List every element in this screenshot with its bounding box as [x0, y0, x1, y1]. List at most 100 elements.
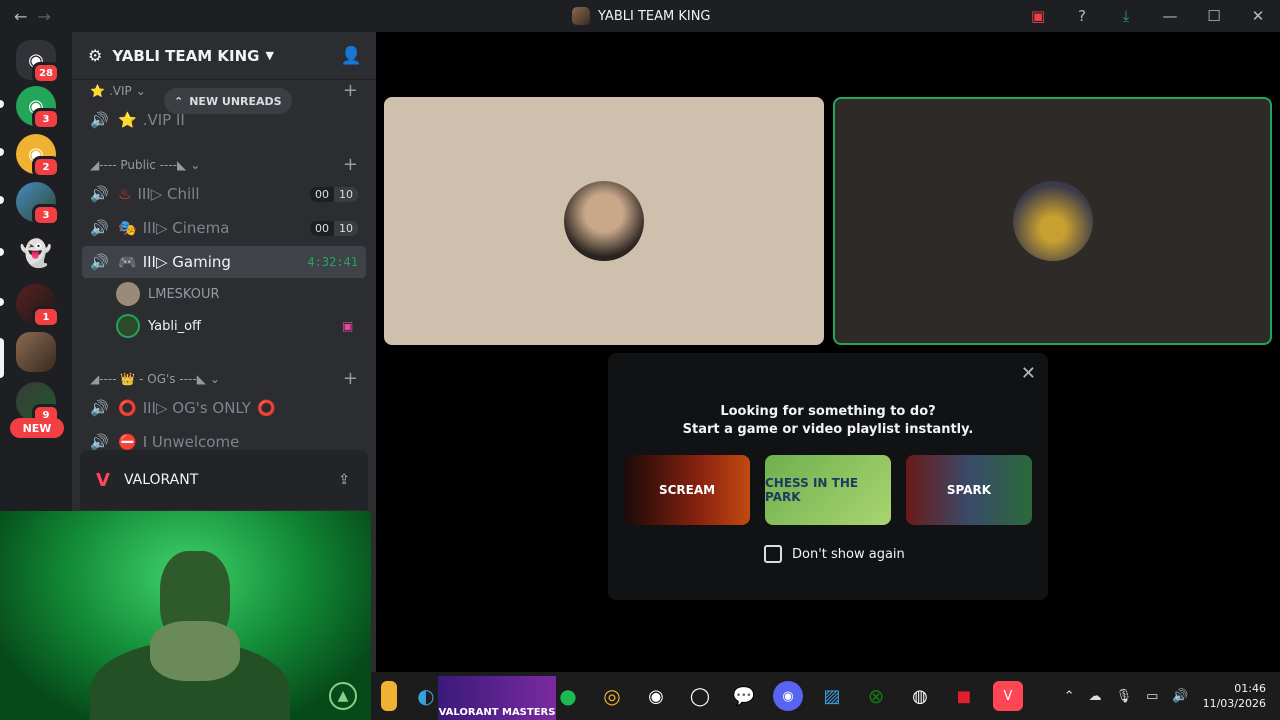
back-icon[interactable]: ←: [14, 7, 27, 26]
valorant-taskbar-icon[interactable]: V: [993, 681, 1023, 711]
file-explorer-icon[interactable]: [381, 681, 397, 711]
circle-icon: ⭕: [256, 399, 276, 417]
maximize-button[interactable]: ☐: [1192, 7, 1236, 25]
obs-icon[interactable]: ◉: [641, 681, 671, 711]
server-header[interactable]: ⚙ YABLI TEAM KING ▼ 👤: [72, 32, 376, 80]
server-icon-3[interactable]: 3: [16, 182, 60, 226]
channel-label: III▷ OG's ONLY: [142, 399, 251, 417]
inbox-icon[interactable]: ▣: [1016, 7, 1060, 25]
voice-user-yabli[interactable]: Yabli_off ▣: [116, 312, 353, 340]
invite-user-icon[interactable]: 👤: [341, 46, 362, 66]
activity-card-spark[interactable]: SPARK: [906, 455, 1032, 525]
channel-label: III▷ Chill: [137, 185, 200, 203]
server-icon-5[interactable]: 1: [16, 284, 60, 328]
server-badge: 1: [32, 306, 60, 328]
xbox-icon[interactable]: ⊗: [861, 681, 891, 711]
volume-icon[interactable]: 🔊: [1172, 689, 1188, 704]
clock[interactable]: 01:46 11/03/2026: [1203, 681, 1266, 711]
video-tile-user-2[interactable]: [833, 97, 1272, 345]
steam-icon[interactable]: ◍: [905, 681, 935, 711]
video-tile-user-1[interactable]: [384, 97, 824, 345]
server-icon-4[interactable]: 👻: [16, 234, 56, 274]
add-channel-icon[interactable]: +: [343, 370, 358, 388]
download-icon[interactable]: ⤓: [1104, 7, 1148, 25]
window-title: YABLI TEAM KING: [572, 7, 711, 25]
messenger-icon[interactable]: 💬: [729, 681, 759, 711]
voice-user-lmeskour[interactable]: LMESKOUR: [116, 280, 220, 308]
channel-label: I Unwelcome: [142, 433, 240, 451]
voice-timer: 4:32:41: [307, 255, 358, 269]
channel-emoji: ⭕: [118, 399, 137, 417]
activity-card-scream[interactable]: SCREAM: [624, 455, 750, 525]
server-icon-2[interactable]: ◉ 2: [16, 134, 60, 178]
riot-client-icon[interactable]: ◼: [949, 681, 979, 711]
avatar: [116, 314, 140, 338]
overlay-logo-icon: ▲: [329, 682, 357, 710]
activity-prompt: Looking for something to do? Start a gam…: [682, 404, 974, 437]
chrome-icon[interactable]: ◎: [597, 681, 627, 711]
channel-emoji: ⛔: [118, 433, 137, 451]
unread-pill: [0, 298, 4, 306]
title-bar: ← → YABLI TEAM KING ▣ ? ⤓ — ☐ ✕: [0, 0, 1280, 32]
edge-icon[interactable]: ◐: [411, 681, 441, 711]
network-icon[interactable]: ▭: [1146, 689, 1158, 704]
onedrive-icon[interactable]: ☁: [1089, 689, 1102, 704]
valorant-masters-banner: VALORANT MASTERS: [438, 676, 556, 720]
channel-gaming[interactable]: 🔊 🎮 III▷ Gaming 4:32:41: [82, 246, 366, 278]
forward-icon[interactable]: →: [37, 7, 50, 26]
ghost-icon: 👻: [19, 239, 53, 269]
category-public[interactable]: ◢---- Public ----◣ ⌄: [90, 158, 200, 172]
server-badge: 3: [32, 204, 60, 226]
category-vip[interactable]: ⭐ .VIP ⌄: [90, 84, 146, 98]
photos-icon[interactable]: ▨: [817, 681, 847, 711]
chevron-up-icon[interactable]: ⌃: [1064, 689, 1075, 704]
discord-taskbar-icon[interactable]: ◉: [773, 681, 803, 711]
chevron-down-icon: ⌄: [135, 84, 146, 98]
channel-cinema[interactable]: 🔊 🎭 III▷ Cinema 00 10: [82, 212, 366, 244]
category-ogs[interactable]: ◢---- 👑 - OG's ----◣ ⌄: [90, 372, 220, 386]
dm-home-button[interactable]: ◉ 28: [16, 40, 60, 84]
dm-badge: 28: [32, 62, 60, 84]
channel-label: III▷ Cinema: [142, 219, 230, 237]
chevron-down-icon: ▼: [265, 49, 274, 62]
speaker-icon: 🔊: [90, 219, 109, 237]
activity-panel: V VALORANT ⇪: [80, 450, 368, 510]
share-activity-icon[interactable]: ⇪: [338, 472, 350, 488]
channel-label: III▷ Gaming: [142, 253, 231, 271]
channel-chill[interactable]: 🔊 ♨ III▷ Chill 00 10: [82, 178, 366, 210]
unread-pill: [0, 248, 4, 256]
speaker-icon: 🔊: [90, 185, 109, 203]
add-channel-icon[interactable]: +: [343, 82, 358, 100]
microphone-icon[interactable]: 🎙: [1116, 689, 1133, 704]
close-button[interactable]: ✕: [1236, 7, 1280, 25]
dont-show-again-checkbox[interactable]: Don't show again: [764, 545, 905, 563]
channel-vip-ii[interactable]: 🔊 ⭐ .VIP II: [82, 104, 366, 136]
avatar: [1012, 181, 1093, 261]
channel-emoji: ⭐: [118, 111, 137, 129]
selected-pill: [0, 338, 4, 378]
server-name: YABLI TEAM KING: [112, 46, 260, 65]
close-icon[interactable]: ✕: [1021, 363, 1036, 384]
server-icon-7[interactable]: 9: [16, 382, 60, 426]
activity-game: VALORANT: [123, 472, 199, 488]
channel-label: .VIP II: [142, 111, 185, 129]
valorant-logo-icon: V: [96, 469, 110, 491]
server-icon-1[interactable]: ◉ 3: [16, 86, 60, 130]
new-badge[interactable]: NEW: [10, 418, 64, 438]
star-icon: ⭐: [90, 84, 105, 98]
unread-pill: [0, 148, 4, 156]
search-app-icon[interactable]: ◯: [685, 681, 715, 711]
user-limit-counter: 00 10: [310, 186, 358, 202]
minimize-button[interactable]: —: [1148, 7, 1192, 25]
add-channel-icon[interactable]: +: [343, 156, 358, 174]
server-badge: 3: [32, 108, 60, 130]
spotify-icon[interactable]: ●: [553, 681, 583, 711]
activity-card-chess[interactable]: CHESS IN THE PARK: [765, 455, 891, 525]
speaker-icon: 🔊: [90, 111, 109, 129]
help-icon[interactable]: ?: [1060, 7, 1104, 25]
server-icon-current[interactable]: [16, 332, 56, 372]
webcam-overlay: ▲: [0, 511, 371, 720]
unread-pill: [0, 100, 4, 108]
channel-ogs-only[interactable]: 🔊 ⭕ III▷ OG's ONLY ⭕: [82, 392, 366, 424]
user-label: LMESKOUR: [148, 286, 220, 302]
